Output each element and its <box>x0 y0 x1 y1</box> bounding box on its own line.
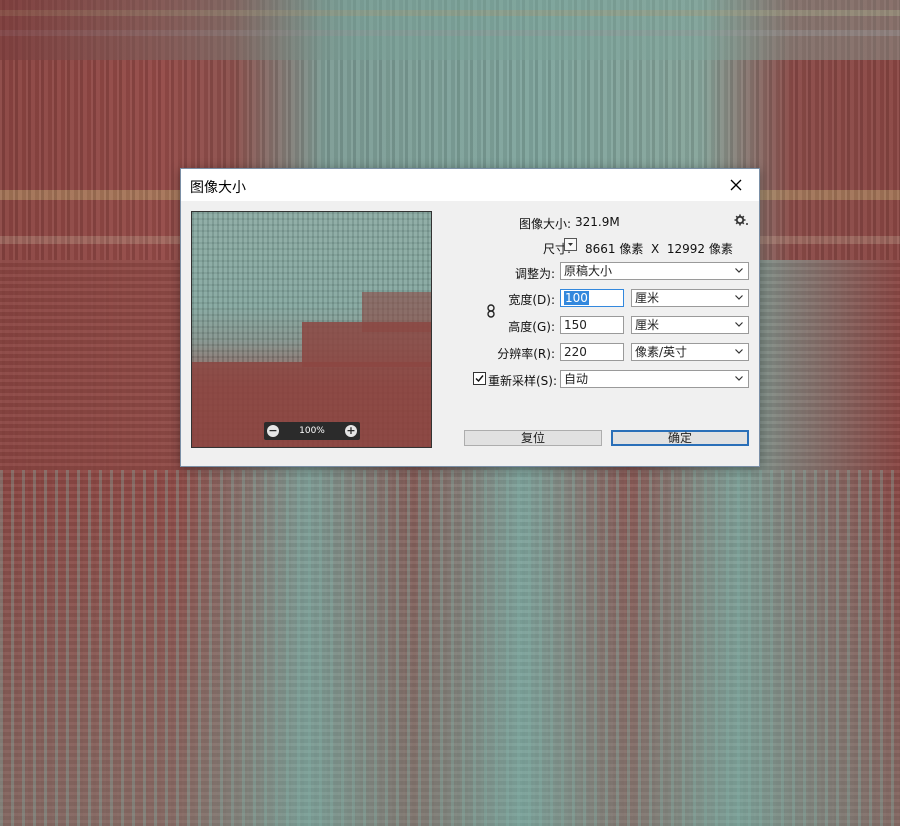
reset-button[interactable]: 复位 <box>464 430 602 446</box>
chevron-down-icon <box>735 322 743 327</box>
zoom-in-icon[interactable]: + <box>344 425 357 437</box>
image-preview[interactable]: − 100% + <box>191 211 432 448</box>
dimensions-dropdown[interactable] <box>564 238 577 251</box>
resolution-value: 220 <box>564 345 587 359</box>
resample-label: 重新采样(S): <box>488 374 558 388</box>
height-unit-select[interactable]: 厘米 <box>631 316 749 334</box>
zoom-level: 100% <box>299 426 325 436</box>
gear-icon[interactable] <box>734 213 748 230</box>
resample-checkbox[interactable] <box>473 372 486 385</box>
background-band <box>0 470 900 826</box>
image-size-dialog: 图像大小 − 100% + 图像大小: 321.9M 尺寸: 8661 像素 X… <box>180 168 760 467</box>
resolution-unit: 像素/英寸 <box>635 345 688 359</box>
zoom-out-icon[interactable]: − <box>267 425 279 437</box>
preview-texture <box>362 292 431 332</box>
resample-select[interactable]: 自动 <box>560 370 749 388</box>
ok-button[interactable]: 确定 <box>611 430 749 446</box>
background-band <box>0 0 900 60</box>
close-icon <box>730 179 742 191</box>
zoom-control: − 100% + <box>264 422 360 440</box>
dialog-title: 图像大小 <box>190 180 246 196</box>
chevron-down-icon <box>735 349 743 354</box>
height-value: 150 <box>564 318 587 332</box>
resample-value: 自动 <box>564 372 589 386</box>
image-size-label: 图像大小: <box>518 217 571 231</box>
image-size-value: 321.9M <box>575 215 620 229</box>
width-label: 宽度(D): <box>508 293 555 307</box>
dimensions-value: 8661 像素 X 12992 像素 <box>585 242 733 256</box>
resolution-input[interactable]: 220 <box>560 343 624 361</box>
chevron-down-icon <box>735 376 743 381</box>
checkmark-icon <box>475 375 484 383</box>
fit-to-select[interactable]: 原稿大小 <box>560 262 749 280</box>
height-label: 高度(G): <box>508 320 555 334</box>
close-button[interactable] <box>713 169 759 201</box>
fit-to-value: 原稿大小 <box>564 264 613 278</box>
chevron-down-icon <box>735 295 743 300</box>
resolution-label: 分辨率(R): <box>497 347 555 361</box>
width-input[interactable]: 100 <box>560 289 624 307</box>
height-input[interactable]: 150 <box>560 316 624 334</box>
width-unit-select[interactable]: 厘米 <box>631 289 749 307</box>
title-bar: 图像大小 <box>181 169 759 201</box>
width-value: 100 <box>564 291 589 305</box>
chevron-down-icon <box>568 243 573 246</box>
fit-to-label: 调整为: <box>514 267 555 281</box>
resolution-unit-select[interactable]: 像素/英寸 <box>631 343 749 361</box>
chevron-down-icon <box>735 268 743 273</box>
height-unit: 厘米 <box>635 318 660 332</box>
width-unit: 厘米 <box>635 291 660 305</box>
dimensions-label: 尺寸: <box>542 242 571 256</box>
